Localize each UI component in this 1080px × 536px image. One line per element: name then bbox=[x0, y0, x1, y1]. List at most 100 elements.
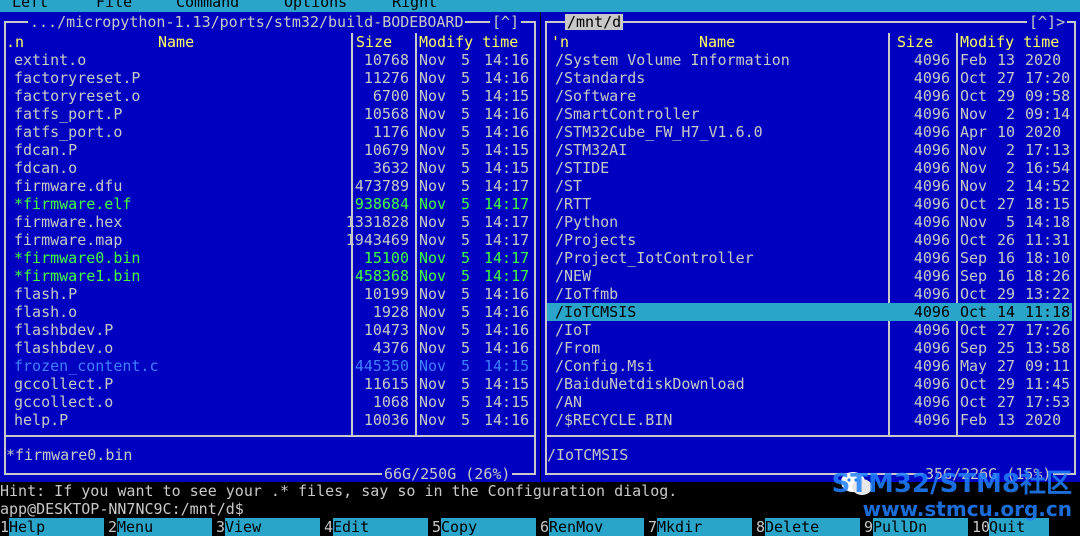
file-month: Nov bbox=[419, 159, 447, 177]
file-row[interactable]: fatfs_port.P 10568 Nov 5 14:16 bbox=[6, 105, 532, 123]
file-day: 29 bbox=[996, 87, 1015, 105]
sort-indicator[interactable]: 'n bbox=[551, 33, 569, 51]
file-day: 5 bbox=[460, 159, 470, 177]
file-day: 27 bbox=[996, 357, 1015, 375]
file-row[interactable]: /STIDE 4096 Nov 2 16:54 bbox=[547, 159, 1072, 177]
panel-path[interactable]: .../micropython-1.13/ports/stm32/build-B… bbox=[28, 14, 466, 30]
file-day: 5 bbox=[460, 411, 470, 429]
panel-controls[interactable]: [^] bbox=[490, 14, 522, 30]
file-row[interactable]: flashbdev.P 10473 Nov 5 14:16 bbox=[6, 321, 532, 339]
file-row[interactable]: factoryreset.o 6700 Nov 5 14:15 bbox=[6, 87, 532, 105]
file-row[interactable]: flashbdev.o 4376 Nov 5 14:16 bbox=[6, 339, 532, 357]
file-time: 14:16 bbox=[484, 321, 530, 339]
file-row[interactable]: /$RECYCLE.BIN 4096 Feb 13 2020 bbox=[547, 411, 1072, 429]
file-name: /Standards bbox=[555, 69, 646, 87]
file-row[interactable]: /Standards 4096 Oct 27 17:20 bbox=[547, 69, 1072, 87]
file-row[interactable]: firmware.dfu 473789 Nov 5 14:17 bbox=[6, 177, 532, 195]
file-month: Apr bbox=[960, 123, 988, 141]
file-row[interactable]: *firmware1.bin 458368 Nov 5 14:17 bbox=[6, 267, 532, 285]
file-row[interactable]: /SmartController 4096 Nov 2 09:14 bbox=[547, 105, 1072, 123]
file-row[interactable]: /Python 4096 Nov 5 14:18 bbox=[547, 213, 1072, 231]
fkey-label: Mkdir bbox=[657, 518, 752, 536]
file-name: firmware.hex bbox=[14, 213, 123, 231]
file-name: frozen_content.c bbox=[14, 357, 159, 375]
file-size: 4096 bbox=[913, 213, 950, 231]
column-header-modify-time[interactable]: Modify time bbox=[960, 33, 1059, 51]
file-row[interactable]: /IoTCMSIS 4096 Oct 14 11:18 bbox=[547, 303, 1072, 321]
menu-right[interactable]: Right bbox=[392, 0, 437, 11]
file-row[interactable]: /ST 4096 Nov 2 14:52 bbox=[547, 177, 1072, 195]
panel-controls[interactable]: [^]> bbox=[1027, 14, 1068, 30]
column-header-size[interactable]: Size bbox=[356, 33, 392, 51]
file-name: /IoT bbox=[555, 321, 592, 339]
file-day: 29 bbox=[996, 375, 1015, 393]
menu-command[interactable]: Command bbox=[176, 0, 239, 11]
file-row[interactable]: /Projects 4096 Oct 26 11:31 bbox=[547, 231, 1072, 249]
file-row[interactable]: /STM32Cube_FW_H7_V1.6.0 4096 Apr 10 2020 bbox=[547, 123, 1072, 141]
file-row[interactable]: /Config.Msi 4096 May 27 09:11 bbox=[547, 357, 1072, 375]
file-row[interactable]: /RTT 4096 Oct 27 18:15 bbox=[547, 195, 1072, 213]
file-row[interactable]: /Project_IotController 4096 Sep 16 18:10 bbox=[547, 249, 1072, 267]
file-day: 27 bbox=[996, 321, 1015, 339]
file-month: Nov bbox=[419, 141, 447, 159]
file-size: 10679 bbox=[363, 141, 409, 159]
fkey-number: 8 bbox=[756, 518, 766, 536]
file-time: 09:11 bbox=[1025, 357, 1071, 375]
file-month: Nov bbox=[419, 177, 447, 195]
left-panel[interactable]: .../micropython-1.13/ports/stm32/build-B… bbox=[0, 12, 540, 482]
file-row[interactable]: /AN 4096 Oct 27 17:53 bbox=[547, 393, 1072, 411]
file-month: Nov bbox=[960, 159, 988, 177]
file-name: /STM32AI bbox=[555, 141, 628, 159]
file-row[interactable]: /BaiduNetdiskDownload 4096 Oct 29 11:45 bbox=[547, 375, 1072, 393]
file-row[interactable]: flash.o 1928 Nov 5 14:16 bbox=[6, 303, 532, 321]
file-month: Oct bbox=[960, 375, 988, 393]
fkey-label: Edit bbox=[333, 518, 428, 536]
fkey-number: 4 bbox=[324, 518, 334, 536]
menu-options[interactable]: Options bbox=[284, 0, 347, 11]
file-size: 4096 bbox=[913, 87, 950, 105]
file-row[interactable]: *firmware.elf 938684 Nov 5 14:17 bbox=[6, 195, 532, 213]
file-row[interactable]: /NEW 4096 Sep 16 18:26 bbox=[547, 267, 1072, 285]
file-row[interactable]: frozen_content.c 445350 Nov 5 14:15 bbox=[6, 357, 532, 375]
file-size: 4096 bbox=[913, 357, 950, 375]
file-time: 14:16 bbox=[484, 411, 530, 429]
sort-indicator[interactable]: .n bbox=[6, 33, 24, 51]
file-time: 14:17 bbox=[484, 195, 530, 213]
file-row[interactable]: /System Volume Information 4096 Feb 13 2020 bbox=[547, 51, 1072, 69]
column-header-name[interactable]: Name bbox=[699, 33, 735, 51]
file-row[interactable]: /STM32AI 4096 Nov 2 17:13 bbox=[547, 141, 1072, 159]
menu-file[interactable]: File bbox=[96, 0, 132, 11]
file-row[interactable]: gccollect.P 11615 Nov 5 14:15 bbox=[6, 375, 532, 393]
file-time: 11:31 bbox=[1025, 231, 1071, 249]
file-row[interactable]: fatfs_port.o 1176 Nov 5 14:16 bbox=[6, 123, 532, 141]
file-day: 5 bbox=[460, 303, 470, 321]
file-row[interactable]: /Software 4096 Oct 29 09:58 bbox=[547, 87, 1072, 105]
panel-border-top bbox=[545, 21, 1074, 23]
right-panel[interactable]: /mnt/d [^]> 'n Name Size Modify time /Sy… bbox=[541, 12, 1080, 482]
file-name: factoryreset.o bbox=[14, 87, 141, 105]
file-day: 16 bbox=[996, 267, 1015, 285]
file-row[interactable]: firmware.hex 1331828 Nov 5 14:17 bbox=[6, 213, 532, 231]
file-row[interactable]: fdcan.o 3632 Nov 5 14:15 bbox=[6, 159, 532, 177]
file-size: 4096 bbox=[913, 393, 950, 411]
file-name: fdcan.o bbox=[14, 159, 78, 177]
file-name: fatfs_port.P bbox=[14, 105, 123, 123]
file-time: 13:22 bbox=[1025, 285, 1071, 303]
file-row[interactable]: extint.o 10768 Nov 5 14:16 bbox=[6, 51, 532, 69]
file-row[interactable]: /IoTfmb 4096 Oct 29 13:22 bbox=[547, 285, 1072, 303]
menu-left[interactable]: Left bbox=[12, 0, 48, 11]
column-header-name[interactable]: Name bbox=[158, 33, 194, 51]
file-row[interactable]: *firmware0.bin 15100 Nov 5 14:17 bbox=[6, 249, 532, 267]
column-header-size[interactable]: Size bbox=[897, 33, 933, 51]
file-row[interactable]: fdcan.P 10679 Nov 5 14:15 bbox=[6, 141, 532, 159]
file-row[interactable]: factoryreset.P 11276 Nov 5 14:16 bbox=[6, 69, 532, 87]
file-row[interactable]: /From 4096 Sep 25 13:58 bbox=[547, 339, 1072, 357]
file-row[interactable]: help.P 10036 Nov 5 14:16 bbox=[6, 411, 532, 429]
file-day: 5 bbox=[460, 69, 470, 87]
file-row[interactable]: gccollect.o 1068 Nov 5 14:15 bbox=[6, 393, 532, 411]
file-row[interactable]: /IoT 4096 Oct 27 17:26 bbox=[547, 321, 1072, 339]
panel-path[interactable]: /mnt/d bbox=[565, 14, 624, 30]
file-row[interactable]: flash.P 10199 Nov 5 14:16 bbox=[6, 285, 532, 303]
file-row[interactable]: firmware.map 1943469 Nov 5 14:17 bbox=[6, 231, 532, 249]
column-header-modify-time[interactable]: Modify time bbox=[419, 33, 518, 51]
